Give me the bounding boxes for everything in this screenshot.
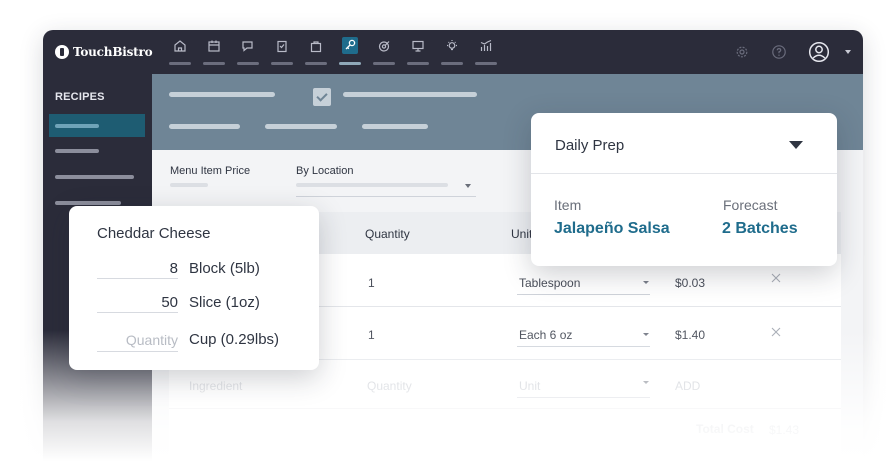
home-icon: [174, 40, 186, 52]
nav-marketing[interactable]: [371, 37, 397, 69]
header-placeholder: [169, 92, 275, 97]
row-cost: $1.40: [675, 328, 706, 342]
unit-name: Block (5lb): [189, 260, 260, 277]
ingredient-units-card: Cheddar Cheese 8 Block (5lb) 50 Slice (1…: [69, 206, 319, 370]
sidebar-item-placeholder: [55, 124, 99, 128]
nav-pos[interactable]: [405, 37, 431, 69]
nav-recipes[interactable]: [337, 37, 363, 69]
sidebar-item[interactable]: [55, 175, 134, 179]
brand-name: TouchBistro: [73, 45, 153, 59]
forecast-label: Forecast: [723, 197, 778, 213]
menu-item-price-value: [170, 183, 208, 187]
forecast-value: 2 Batches: [722, 220, 798, 237]
header-tab[interactable]: [362, 124, 428, 129]
column-header-unit: Unit: [511, 227, 533, 241]
chevron-down-icon[interactable]: [845, 50, 851, 54]
prep-selector-label[interactable]: Daily Prep: [555, 137, 624, 154]
unit-quantity-underline: [97, 312, 178, 313]
unit-name: Slice (1oz): [189, 294, 260, 311]
monitor-icon: [412, 40, 424, 52]
row-quantity[interactable]: 1: [368, 328, 375, 342]
close-icon[interactable]: [771, 273, 781, 283]
nav-home[interactable]: [167, 37, 193, 69]
user-icon[interactable]: [808, 41, 830, 63]
row-unit[interactable]: Tablespoon: [519, 276, 580, 290]
calendar-icon: [208, 40, 220, 52]
unit-quantity[interactable]: 8: [97, 260, 178, 277]
chevron-down-icon[interactable]: [643, 333, 649, 336]
row-quantity[interactable]: 1: [368, 276, 375, 290]
chevron-down-icon[interactable]: [789, 141, 803, 149]
header-tab[interactable]: [169, 124, 240, 129]
item-label: Item: [554, 197, 582, 213]
top-nav-bar: TouchBistro: [43, 30, 863, 74]
chevron-down-icon[interactable]: [465, 184, 471, 188]
lightbulb-icon: [447, 40, 457, 51]
chat-icon: [242, 41, 253, 52]
nav-insights[interactable]: [439, 37, 465, 69]
unit-name: Cup (0.29lbs): [189, 331, 280, 348]
sidebar-title: RECIPES: [55, 91, 105, 103]
unit-select[interactable]: Unit: [519, 379, 540, 393]
quantity-input[interactable]: Quantity: [367, 379, 412, 393]
column-header-quantity: Quantity: [365, 227, 410, 241]
gear-icon[interactable]: [735, 45, 749, 59]
unit-select-underline: [517, 397, 650, 398]
header-checkbox[interactable]: [313, 88, 331, 106]
quantity-input[interactable]: Quantity: [97, 332, 178, 348]
help-icon[interactable]: [771, 44, 787, 60]
nav-orders[interactable]: [303, 37, 329, 69]
brand-logo[interactable]: TouchBistro: [55, 43, 153, 61]
chart-icon: [480, 39, 492, 51]
unit-quantity[interactable]: 50: [97, 294, 178, 311]
clipboard-icon: [277, 40, 287, 53]
total-cost-label: Total Cost: [696, 422, 754, 436]
nav-calendar[interactable]: [201, 37, 227, 69]
nav-messages[interactable]: [235, 37, 261, 69]
quantity-input-underline: [97, 351, 178, 352]
by-location-label: By Location: [296, 165, 354, 177]
target-icon: [378, 41, 390, 52]
unit-select-underline: [517, 346, 650, 347]
sidebar-item[interactable]: [55, 149, 99, 153]
ingredient-name: Cheddar Cheese: [97, 225, 211, 242]
item-value[interactable]: Jalapeño Salsa: [554, 220, 670, 238]
row-unit[interactable]: Each 6 oz: [519, 328, 572, 342]
key-icon: [345, 39, 356, 50]
daily-prep-card: Daily Prep Item Jalapeño Salsa Forecast …: [531, 113, 837, 266]
unit-quantity-underline: [97, 278, 178, 279]
shopping-bag-icon: [310, 41, 322, 53]
row-cost: $0.03: [675, 276, 706, 290]
close-icon[interactable]: [771, 327, 781, 337]
header-tab[interactable]: [265, 124, 337, 129]
nav-reports[interactable]: [473, 37, 499, 69]
touchbistro-logo-icon: [55, 45, 69, 59]
chevron-down-icon[interactable]: [643, 281, 649, 284]
unit-select-underline: [517, 294, 650, 295]
add-button[interactable]: ADD: [675, 379, 700, 393]
ingredient-input[interactable]: Ingredient: [189, 379, 242, 393]
chevron-down-icon[interactable]: [643, 381, 649, 384]
by-location-value: [296, 183, 448, 187]
header-placeholder: [343, 92, 477, 97]
by-location-select[interactable]: [296, 196, 476, 197]
divider: [531, 173, 837, 174]
nav-tasks[interactable]: [269, 37, 295, 69]
total-cost-value: $1.43: [769, 423, 800, 437]
sidebar-item[interactable]: [55, 201, 121, 205]
menu-item-price-label: Menu Item Price: [170, 165, 251, 177]
